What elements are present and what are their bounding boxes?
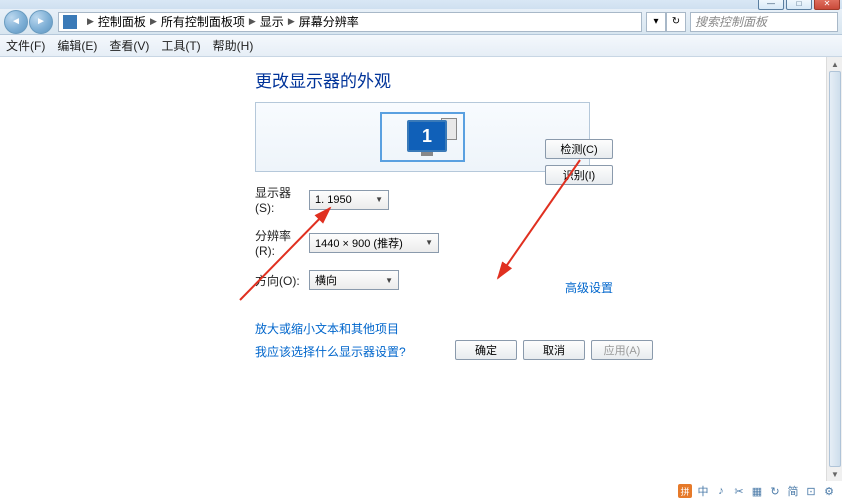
ok-button[interactable]: 确定 xyxy=(455,340,517,360)
nav-forward-button[interactable]: ► xyxy=(29,10,53,34)
display-label: 显示器(S): xyxy=(255,184,309,215)
resolution-dropdown[interactable]: 1440 × 900 (推荐) ▼ xyxy=(309,233,439,253)
orientation-row: 方向(O): 横向 ▼ xyxy=(255,270,842,290)
tray-simplified-icon[interactable]: 简 xyxy=(786,484,800,498)
chevron-right-icon: ▶ xyxy=(288,16,295,27)
chevron-down-icon: ▼ xyxy=(385,276,393,285)
menu-tools[interactable]: 工具(T) xyxy=(161,37,200,54)
tray-refresh-icon[interactable]: ↻ xyxy=(768,484,782,498)
resolution-value: 1440 × 900 (推荐) xyxy=(315,235,403,251)
vertical-scrollbar[interactable]: ▲ ▼ xyxy=(826,57,842,481)
system-tray: 拼 中 ♪ ✂ ▦ ↻ 简 ⊡ ⚙ xyxy=(678,484,836,498)
breadcrumb-item[interactable]: 显示 xyxy=(260,13,284,30)
detect-button[interactable]: 检测(C) xyxy=(545,139,613,159)
advanced-settings-link[interactable]: 高级设置 xyxy=(565,279,613,296)
search-input[interactable]: 搜索控制面板 xyxy=(690,12,838,32)
close-button[interactable]: ✕ xyxy=(814,0,840,10)
menu-bar: 文件(F) 编辑(E) 查看(V) 工具(T) 帮助(H) xyxy=(0,35,842,57)
scroll-up-button[interactable]: ▲ xyxy=(827,57,842,71)
address-bar: ◄ ► ▶ 控制面板 ▶ 所有控制面板项 ▶ 显示 ▶ 屏幕分辨率 ▾ ↻ 搜索… xyxy=(0,9,842,35)
breadcrumb-item[interactable]: 屏幕分辨率 xyxy=(299,13,359,30)
chevron-down-icon: ▼ xyxy=(375,195,383,204)
menu-edit[interactable]: 编辑(E) xyxy=(57,37,97,54)
menu-view[interactable]: 查看(V) xyxy=(109,37,149,54)
refresh-button[interactable]: ↻ xyxy=(666,12,686,32)
apply-button[interactable]: 应用(A) xyxy=(591,340,653,360)
cancel-button[interactable]: 取消 xyxy=(523,340,585,360)
scroll-thumb[interactable] xyxy=(829,71,841,467)
breadcrumb-item[interactable]: 所有控制面板项 xyxy=(161,13,245,30)
tray-ime-icon[interactable]: 拼 xyxy=(678,484,692,498)
resolution-label: 分辨率(R): xyxy=(255,227,309,258)
chevron-right-icon: ▶ xyxy=(87,16,94,27)
menu-help[interactable]: 帮助(H) xyxy=(213,37,254,54)
tray-sound-icon[interactable]: ♪ xyxy=(714,484,728,498)
breadcrumb[interactable]: ▶ 控制面板 ▶ 所有控制面板项 ▶ 显示 ▶ 屏幕分辨率 xyxy=(58,12,642,32)
refresh-dropdown-button[interactable]: ▾ xyxy=(646,12,666,32)
chevron-down-icon: ▼ xyxy=(425,238,433,247)
identify-button[interactable]: 识别(I) xyxy=(545,165,613,185)
window-titlebar: — □ ✕ xyxy=(0,0,842,9)
tray-lang-icon[interactable]: 中 xyxy=(696,484,710,498)
tray-snip-icon[interactable]: ✂ xyxy=(732,484,746,498)
nav-back-button[interactable]: ◄ xyxy=(4,10,28,34)
tray-keyboard-icon[interactable]: ▦ xyxy=(750,484,764,498)
tray-gear-icon[interactable]: ⚙ xyxy=(822,484,836,498)
resolution-row: 分辨率(R): 1440 × 900 (推荐) ▼ xyxy=(255,227,842,258)
minimize-button[interactable]: — xyxy=(758,0,784,10)
monitor-1-icon[interactable]: 1 xyxy=(407,120,447,152)
display-dropdown[interactable]: 1. 1950 ▼ xyxy=(309,190,389,210)
orientation-value: 横向 xyxy=(315,272,337,288)
chevron-right-icon: ▶ xyxy=(150,16,157,27)
scroll-down-button[interactable]: ▼ xyxy=(827,467,842,481)
detect-identify-buttons: 检测(C) 识别(I) xyxy=(545,139,613,185)
orientation-dropdown[interactable]: 横向 ▼ xyxy=(309,270,399,290)
display-row: 显示器(S): 1. 1950 ▼ xyxy=(255,184,842,215)
dialog-buttons: 确定 取消 应用(A) xyxy=(455,340,653,360)
chevron-right-icon: ▶ xyxy=(249,16,256,27)
orientation-label: 方向(O): xyxy=(255,272,309,289)
display-value: 1. 1950 xyxy=(315,194,352,206)
tray-panel-icon[interactable]: ⊡ xyxy=(804,484,818,498)
text-size-link[interactable]: 放大或缩小文本和其他项目 xyxy=(255,320,842,337)
breadcrumb-item[interactable]: 控制面板 xyxy=(98,13,146,30)
content-area: 更改显示器的外观 1 检测(C) 识别(I) 显示器(S): 1. 1950 ▼… xyxy=(0,57,842,360)
page-title: 更改显示器的外观 xyxy=(255,67,842,92)
monitor-preview-area[interactable]: 1 xyxy=(255,102,590,172)
monitor-selection[interactable]: 1 xyxy=(380,112,465,162)
control-panel-icon xyxy=(63,15,77,29)
menu-file[interactable]: 文件(F) xyxy=(6,37,45,54)
maximize-button[interactable]: □ xyxy=(786,0,812,10)
